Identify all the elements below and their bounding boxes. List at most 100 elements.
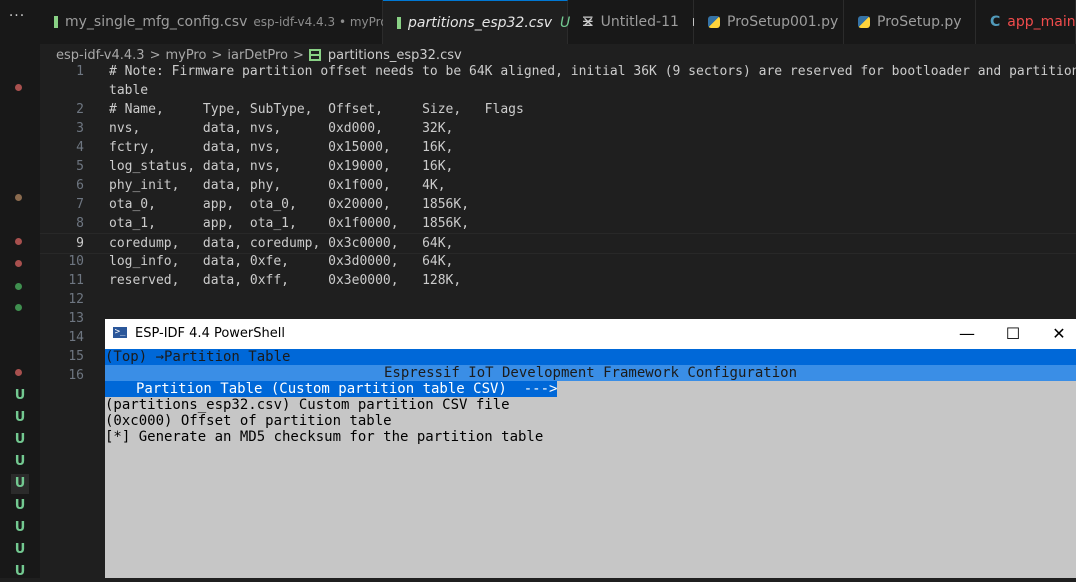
chevron-right-icon: > — [211, 48, 222, 63]
python-icon — [708, 16, 720, 28]
untracked-marker[interactable]: U — [11, 430, 29, 450]
tab-untitled-11[interactable]: ☰ Untitled-11 — [568, 0, 694, 44]
untracked-marker[interactable]: U — [11, 540, 29, 560]
tab-my-single-mfg-config[interactable]: my_single_mfg_config.csv esp-idf-v4.4.3 … — [40, 0, 383, 44]
code-line[interactable]: 5 log_status, data, nvs, 0x19000, 16K, — [40, 157, 1076, 176]
line-text: reserved, data, 0xff, 0x3e0000, 128K, — [109, 271, 461, 290]
line-number: 16 — [40, 366, 84, 385]
code-line[interactable]: 10 log_info, data, 0xfe, 0x3d0000, 64K, — [40, 252, 1076, 271]
breadcrumb-item[interactable]: partitions_esp32.csv — [328, 48, 462, 63]
powershell-window[interactable]: >_ ESP-IDF 4.4 PowerShell — ☐ ✕ (Top) →P… — [105, 319, 1076, 578]
code-line[interactable]: 2 # Name, Type, SubType, Offset, Size, Fl… — [40, 100, 1076, 119]
line-number: 3 — [40, 119, 84, 138]
gutter-marker — [15, 304, 22, 311]
minimize-button[interactable]: — — [944, 319, 990, 349]
code-line[interactable]: 12 — [40, 290, 1076, 309]
maximize-button[interactable]: ☐ — [990, 319, 1036, 349]
line-text: nvs, data, nvs, 0xd000, 32K, — [109, 119, 453, 138]
menuconfig-title: Espressif IoT Development Framework Conf… — [105, 365, 1076, 381]
code-line[interactable]: 6 phy_init, data, phy, 0x1f000, 4K, — [40, 176, 1076, 195]
line-text: ota_0, app, ota_0, 0x20000, 1856K, — [109, 195, 469, 214]
code-line[interactable]: 3 nvs, data, nvs, 0xd000, 32K, — [40, 119, 1076, 138]
line-number: 8 — [40, 214, 84, 233]
chevron-right-icon: > — [150, 48, 161, 63]
csv-icon — [397, 17, 401, 29]
window-title-bar[interactable]: >_ ESP-IDF 4.4 PowerShell — ☐ ✕ — [105, 319, 1076, 349]
menuconfig-item[interactable]: [*] Generate an MD5 checksum for the par… — [105, 429, 1076, 445]
tab-description: esp-idf-v4.4.3 • myPro\... — [253, 15, 403, 29]
powershell-icon: >_ — [113, 327, 127, 338]
tab-prosetup[interactable]: ProSetup.py — [844, 0, 976, 44]
tab-label: ProSetup.py — [877, 14, 962, 30]
menuconfig-item[interactable]: (0xc000) Offset of partition table — [105, 413, 1076, 429]
line-number: 15 — [40, 347, 84, 366]
gutter-marker — [15, 369, 22, 376]
line-number: 9 — [40, 234, 84, 253]
tab-app-main[interactable]: C app_main.c — [976, 0, 1076, 44]
chevron-right-icon: > — [293, 48, 304, 63]
untracked-marker[interactable]: U — [11, 386, 29, 406]
python-icon — [858, 16, 870, 28]
code-line[interactable]: 4 fctry, data, nvs, 0x15000, 16K, — [40, 138, 1076, 157]
line-text: log_status, data, nvs, 0x19000, 16K, — [109, 157, 453, 176]
menuconfig-breadcrumb: (Top) →Partition Table — [105, 349, 1076, 365]
line-number: 4 — [40, 138, 84, 157]
line-text: coredump, data, coredump, 0x3c0000, 64K, — [109, 234, 453, 253]
gutter-marker — [15, 238, 22, 245]
gutter-marker — [15, 84, 22, 91]
line-number: 10 — [40, 252, 84, 271]
line-text: fctry, data, nvs, 0x15000, 16K, — [109, 138, 453, 157]
line-text: phy_init, data, phy, 0x1f000, 4K, — [109, 176, 446, 195]
line-number: 2 — [40, 100, 84, 119]
line-number: 12 — [40, 290, 84, 309]
gutter-marker — [15, 283, 22, 290]
gutter-marker — [15, 194, 22, 201]
tab-label: app_main.c — [1007, 14, 1076, 30]
line-number: 7 — [40, 195, 84, 214]
activity-bar: ··· U U U U U U U U U — [0, 0, 40, 578]
untracked-marker[interactable]: U — [11, 452, 29, 472]
text-file-icon: ☰ — [582, 16, 594, 29]
close-button[interactable]: ✕ — [1036, 319, 1076, 349]
untracked-marker[interactable]: U — [11, 408, 29, 428]
line-number: 13 — [40, 309, 84, 328]
code-line[interactable]: 11 reserved, data, 0xff, 0x3e0000, 128K, — [40, 271, 1076, 290]
more-actions-button[interactable]: ··· — [0, 8, 34, 32]
editor-tab-bar: my_single_mfg_config.csv esp-idf-v4.4.3 … — [40, 0, 1076, 44]
line-number: 1 — [40, 62, 84, 81]
line-text: table — [109, 81, 148, 100]
line-text: log_info, data, 0xfe, 0x3d0000, 64K, — [109, 252, 453, 271]
window-title: ESP-IDF 4.4 PowerShell — [135, 326, 285, 341]
tab-prosetup001[interactable]: ProSetup001.py — [694, 0, 844, 44]
c-icon: C — [990, 15, 1000, 29]
line-number: 5 — [40, 157, 84, 176]
breadcrumb-item[interactable]: esp-idf-v4.4.3 — [56, 48, 145, 63]
line-text: # Name, Type, SubType, Offset, Size, Fla… — [109, 100, 524, 119]
menuconfig-item-selected[interactable]: Partition Table (Custom partition table … — [105, 381, 1076, 397]
line-text: # Note: Firmware partition offset needs … — [109, 62, 1076, 81]
line-text: ota_1, app, ota_1, 0x1f0000, 1856K, — [109, 214, 469, 233]
untracked-marker[interactable]: U — [11, 474, 29, 494]
line-number: 6 — [40, 176, 84, 195]
menuconfig-item[interactable]: (partitions_esp32.csv) Custom partition … — [105, 397, 1076, 413]
tab-label: my_single_mfg_config.csv — [65, 14, 247, 30]
selected-option[interactable]: Partition Table (Custom partition table … — [105, 381, 557, 397]
csv-icon — [309, 49, 321, 61]
tab-label: Untitled-11 — [601, 14, 679, 30]
csv-icon — [54, 16, 58, 28]
tab-partitions-esp32[interactable]: partitions_esp32.csv U ✕ — [383, 0, 568, 44]
code-line[interactable]: 8 ota_1, app, ota_1, 0x1f0000, 1856K, — [40, 214, 1076, 233]
untracked-marker[interactable]: U — [11, 518, 29, 538]
code-line[interactable]: 7 ota_0, app, ota_0, 0x20000, 1856K, — [40, 195, 1076, 214]
code-line-current[interactable]: 9 coredump, data, coredump, 0x3c0000, 64K… — [40, 233, 1076, 254]
breadcrumb-item[interactable]: myPro — [165, 48, 206, 63]
tab-label: partitions_esp32.csv — [408, 15, 552, 31]
code-line[interactable]: table — [40, 81, 1076, 100]
gutter-marker — [15, 260, 22, 267]
untracked-marker[interactable]: U — [11, 562, 29, 582]
code-line[interactable]: 1 # Note: Firmware partition offset needs… — [40, 62, 1076, 81]
breadcrumb-item[interactable]: iarDetPro — [227, 48, 288, 63]
line-number: 11 — [40, 271, 84, 290]
tab-label: ProSetup001.py — [727, 14, 838, 30]
untracked-marker[interactable]: U — [11, 496, 29, 516]
